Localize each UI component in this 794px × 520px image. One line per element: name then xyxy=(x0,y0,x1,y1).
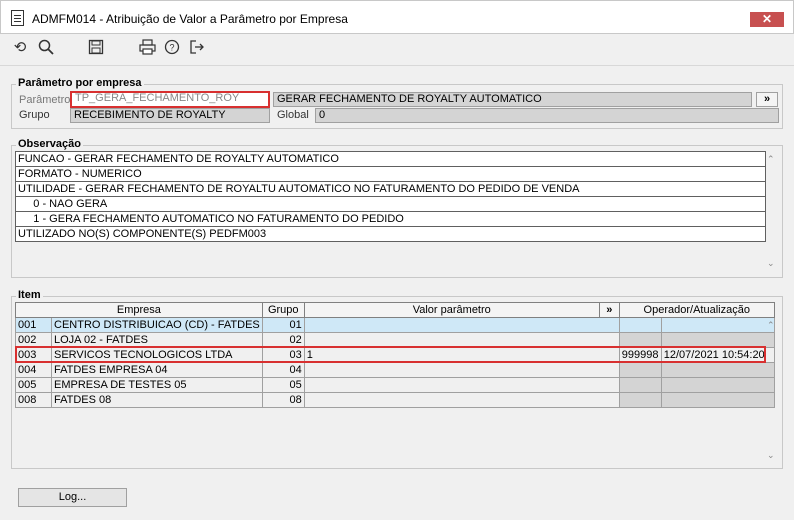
grupo-cell[interactable]: 02 xyxy=(261,332,305,348)
valor-cell[interactable] xyxy=(303,377,620,393)
operador-cell: 999998 xyxy=(618,347,662,363)
parametro-input[interactable]: TP_GERA_FECHAMENTO_ROY xyxy=(70,91,270,108)
close-icon: ✕ xyxy=(761,12,773,26)
empresa-name-cell[interactable]: EMPRESA DE TESTES 05 xyxy=(51,377,263,393)
operador-cell xyxy=(618,392,662,408)
col-header-empresa[interactable]: Empresa xyxy=(15,302,263,318)
table-row[interactable]: 005 EMPRESA DE TESTES 05 05 xyxy=(15,377,775,393)
parametro-lookup-button[interactable]: » xyxy=(756,92,778,107)
print-icon[interactable] xyxy=(138,39,156,57)
help-icon[interactable]: ? xyxy=(163,39,181,57)
obs-line: FORMATO - NUMERICO xyxy=(15,167,766,182)
obs-line: UTILIZADO NO(S) COMPONENTE(S) PEDFM003 xyxy=(15,227,766,242)
param-group-title: Parâmetro por empresa xyxy=(16,77,144,89)
table-row[interactable]: 001 CENTRO DISTRIBUICAO (CD) - FATDES 01 xyxy=(15,317,775,333)
valor-cell[interactable]: 1 xyxy=(303,347,620,363)
item-table: Empresa Grupo Valor parâmetro » Operador… xyxy=(15,302,775,408)
parametro-label: Parâmetro xyxy=(19,94,71,106)
grupo-label: Grupo xyxy=(19,109,50,121)
empresa-code-cell[interactable]: 005 xyxy=(15,377,52,393)
close-button[interactable]: ✕ xyxy=(750,12,784,27)
table-row[interactable]: 008 FATDES 08 08 xyxy=(15,392,775,408)
obs-line: 0 - NAO GERA xyxy=(15,197,766,212)
search-icon[interactable] xyxy=(37,39,55,57)
empresa-name-cell[interactable]: FATDES EMPRESA 04 xyxy=(51,362,263,378)
exit-icon[interactable] xyxy=(188,39,206,57)
empresa-code-cell[interactable]: 003 xyxy=(15,347,52,363)
table-row[interactable]: 003 SERVICOS TECNOLOGICOS LTDA 03 1 9999… xyxy=(15,347,775,363)
valor-expand-button[interactable]: » xyxy=(598,302,620,318)
obs-line: FUNCAO - GERAR FECHAMENTO DE ROYALTY AUT… xyxy=(15,152,766,167)
operador-cell xyxy=(618,377,662,393)
global-field: 0 xyxy=(315,108,779,123)
empresa-code-cell[interactable]: 004 xyxy=(15,362,52,378)
empresa-name-cell[interactable]: FATDES 08 xyxy=(51,392,263,408)
valor-cell[interactable] xyxy=(303,332,620,348)
atualizacao-cell xyxy=(660,317,775,333)
grupo-field: RECEBIMENTO DE ROYALTY xyxy=(70,108,270,123)
observacao-title: Observação xyxy=(16,138,83,150)
log-button[interactable]: Log... xyxy=(18,488,127,507)
obs-scroll-down-icon[interactable]: ⌄ xyxy=(767,258,775,269)
valor-cell[interactable] xyxy=(303,362,620,378)
atualizacao-cell xyxy=(660,332,775,348)
empresa-name-cell[interactable]: CENTRO DISTRIBUICAO (CD) - FATDES xyxy=(51,317,263,333)
refresh-icon[interactable]: ⟲ xyxy=(11,39,29,57)
grupo-cell[interactable]: 03 xyxy=(261,347,305,363)
atualizacao-cell xyxy=(660,377,775,393)
col-header-grupo[interactable]: Grupo xyxy=(261,302,305,318)
operador-cell xyxy=(618,362,662,378)
save-icon[interactable] xyxy=(87,39,105,57)
operador-cell xyxy=(618,332,662,348)
table-row[interactable]: 002 LOJA 02 - FATDES 02 xyxy=(15,332,775,348)
table-header-row: Empresa Grupo Valor parâmetro » Operador… xyxy=(15,302,775,318)
col-header-operador[interactable]: Operador/Atualização xyxy=(618,302,775,318)
item-title: Item xyxy=(16,289,43,301)
valor-cell[interactable] xyxy=(303,392,620,408)
grupo-cell[interactable]: 05 xyxy=(261,377,305,393)
empresa-code-cell[interactable]: 002 xyxy=(15,332,52,348)
parametro-description: GERAR FECHAMENTO DE ROYALTY AUTOMATICO xyxy=(273,92,752,107)
atualizacao-cell: 12/07/2021 10:54:20 xyxy=(660,347,775,363)
item-scroll-up-icon[interactable]: ⌃ xyxy=(767,320,775,331)
empresa-code-cell[interactable]: 008 xyxy=(15,392,52,408)
title-bar: ADMFM014 - Atribuição de Valor a Parâmet… xyxy=(0,0,794,34)
atualizacao-cell xyxy=(660,362,775,378)
obs-scroll-up-icon[interactable]: ⌃ xyxy=(767,154,775,165)
atualizacao-cell xyxy=(660,392,775,408)
operador-cell xyxy=(618,317,662,333)
table-row[interactable]: 004 FATDES EMPRESA 04 04 xyxy=(15,362,775,378)
grupo-cell[interactable]: 01 xyxy=(261,317,305,333)
valor-cell[interactable] xyxy=(303,317,620,333)
obs-line: 1 - GERA FECHAMENTO AUTOMATICO NO FATURA… xyxy=(15,212,766,227)
obs-line: UTILIDADE - GERAR FECHAMENTO DE ROYALTU … xyxy=(15,182,766,197)
document-icon xyxy=(11,10,24,26)
item-scroll-down-icon[interactable]: ⌄ xyxy=(767,450,775,461)
empresa-name-cell[interactable]: SERVICOS TECNOLOGICOS LTDA xyxy=(51,347,263,363)
empresa-code-cell[interactable]: 001 xyxy=(15,317,52,333)
toolbar-separator xyxy=(0,65,794,66)
grupo-cell[interactable]: 04 xyxy=(261,362,305,378)
global-label: Global xyxy=(277,109,309,121)
empresa-name-cell[interactable]: LOJA 02 - FATDES xyxy=(51,332,263,348)
grupo-cell[interactable]: 08 xyxy=(261,392,305,408)
window-title: ADMFM014 - Atribuição de Valor a Parâmet… xyxy=(32,12,348,26)
svg-text:?: ? xyxy=(169,43,174,53)
col-header-valor[interactable]: Valor parâmetro xyxy=(303,302,600,318)
